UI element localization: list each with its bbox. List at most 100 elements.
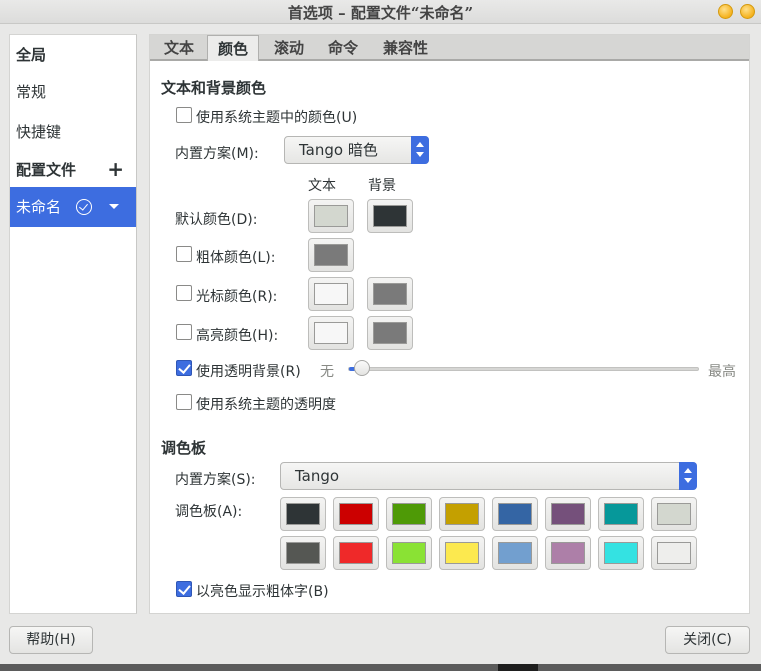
bold-color-swatch bbox=[314, 244, 348, 266]
palette-color-swatch bbox=[445, 542, 479, 564]
palette-color-button[interactable] bbox=[333, 536, 379, 570]
palette-heading: 调色板 bbox=[161, 439, 207, 457]
builtin-scheme-value: Tango 暗色 bbox=[299, 141, 378, 159]
tab-compatibility[interactable]: 兼容性 bbox=[381, 35, 430, 61]
tab-colors[interactable]: 颜色 bbox=[207, 35, 260, 61]
title-bar: 首选项 – 配置文件“未命名” bbox=[0, 0, 761, 24]
profile-name: 未命名 bbox=[16, 198, 62, 216]
combo-arrows-icon bbox=[679, 462, 697, 490]
cursor-text-color-swatch bbox=[314, 283, 348, 305]
palette-color-button[interactable] bbox=[333, 497, 379, 531]
highlight-text-color-swatch bbox=[314, 322, 348, 344]
close-window-button[interactable] bbox=[740, 4, 755, 19]
default-text-color-button[interactable] bbox=[308, 199, 354, 233]
default-bg-color-swatch bbox=[373, 205, 407, 227]
palette-color-button[interactable] bbox=[492, 536, 538, 570]
sidebar-item-profile-unnamed[interactable]: 未命名 bbox=[10, 187, 136, 227]
sidebar-heading-profiles: 配置文件 + bbox=[10, 152, 136, 188]
profile-settings-panel: 文本 颜色 滚动 命令 兼容性 文本和背景颜色 使用系统主题中的颜色(U) 内置… bbox=[149, 34, 750, 614]
combo-arrows-icon bbox=[411, 136, 429, 164]
palette-color-button[interactable] bbox=[492, 497, 538, 531]
palette-color-swatch bbox=[551, 503, 585, 525]
palette-color-button[interactable] bbox=[545, 536, 591, 570]
default-bg-color-button[interactable] bbox=[367, 199, 413, 233]
highlight-text-color-button[interactable] bbox=[308, 316, 354, 350]
palette-color-swatch bbox=[498, 542, 532, 564]
default-profile-check-icon bbox=[76, 199, 92, 215]
use-system-theme-colors-checkbox[interactable] bbox=[176, 107, 192, 123]
palette-color-button[interactable] bbox=[386, 536, 432, 570]
cursor-color-label: 光标颜色(R): bbox=[196, 289, 278, 305]
bold-color-checkbox[interactable] bbox=[176, 246, 192, 262]
transparent-bg-label: 使用透明背景(R) bbox=[196, 364, 301, 380]
palette-color-swatch bbox=[286, 542, 320, 564]
window-title: 首选项 – 配置文件“未命名” bbox=[287, 4, 474, 22]
system-transparency-label: 使用系统主题的透明度 bbox=[196, 397, 336, 413]
sidebar-item-general[interactable]: 常规 bbox=[10, 74, 136, 110]
palette-scheme-value: Tango bbox=[295, 467, 340, 485]
transparency-min-label: 无 bbox=[320, 364, 334, 380]
system-transparency-checkbox[interactable] bbox=[176, 394, 192, 410]
default-color-label: 默认颜色(D): bbox=[175, 212, 258, 228]
palette-color-swatch bbox=[551, 542, 585, 564]
palette-color-button[interactable] bbox=[651, 536, 697, 570]
cursor-bg-color-button[interactable] bbox=[367, 277, 413, 311]
help-button[interactable]: 帮助(H) bbox=[9, 626, 93, 654]
transparency-max-label: 最高 bbox=[708, 364, 736, 380]
palette-color-button[interactable] bbox=[280, 536, 326, 570]
palette-color-swatch bbox=[339, 503, 373, 525]
palette-color-swatch bbox=[445, 503, 479, 525]
column-text-header: 文本 bbox=[308, 178, 336, 194]
minimize-button[interactable] bbox=[718, 4, 733, 19]
column-background-header: 背景 bbox=[368, 178, 396, 194]
palette-color-swatch bbox=[657, 503, 691, 525]
highlight-bg-color-swatch bbox=[373, 322, 407, 344]
bright-bold-checkbox[interactable] bbox=[176, 581, 192, 597]
builtin-scheme-select[interactable]: Tango 暗色 bbox=[284, 136, 429, 164]
profiles-heading-label: 配置文件 bbox=[16, 161, 77, 179]
highlight-bg-color-button[interactable] bbox=[367, 316, 413, 350]
profile-menu-chevron-down-icon[interactable] bbox=[109, 204, 119, 209]
cursor-text-color-button[interactable] bbox=[308, 277, 354, 311]
desktop-background bbox=[0, 664, 761, 671]
tab-bar: 文本 颜色 滚动 命令 兼容性 bbox=[150, 35, 749, 61]
transparency-slider-handle[interactable] bbox=[354, 360, 371, 376]
palette-color-swatch bbox=[604, 503, 638, 525]
bold-color-button[interactable] bbox=[308, 238, 354, 272]
tab-command[interactable]: 命令 bbox=[326, 35, 360, 61]
close-button[interactable]: 关闭(C) bbox=[665, 626, 750, 654]
bright-bold-label: 以亮色显示粗体字(B) bbox=[196, 584, 329, 600]
palette-color-button[interactable] bbox=[280, 497, 326, 531]
palette-color-swatch bbox=[286, 503, 320, 525]
add-profile-button[interactable]: + bbox=[107, 152, 124, 186]
palette-color-button[interactable] bbox=[545, 497, 591, 531]
palette-color-button[interactable] bbox=[386, 497, 432, 531]
bold-color-label: 粗体颜色(L): bbox=[196, 250, 276, 266]
transparent-bg-checkbox[interactable] bbox=[176, 360, 192, 376]
cursor-bg-color-swatch bbox=[373, 283, 407, 305]
sidebar-heading-global: 全局 bbox=[16, 46, 47, 64]
sidebar: 全局 常规 快捷键 配置文件 + 未命名 bbox=[9, 34, 137, 614]
default-text-color-swatch bbox=[314, 205, 348, 227]
palette-color-button[interactable] bbox=[598, 536, 644, 570]
palette-scheme-select[interactable]: Tango bbox=[280, 462, 697, 490]
highlight-color-label: 高亮颜色(H): bbox=[196, 328, 279, 344]
palette-color-swatch bbox=[604, 542, 638, 564]
palette-color-swatch bbox=[339, 542, 373, 564]
highlight-color-checkbox[interactable] bbox=[176, 324, 192, 340]
palette-builtin-scheme-label: 内置方案(S): bbox=[175, 472, 256, 488]
palette-color-swatch bbox=[498, 503, 532, 525]
palette-color-button[interactable] bbox=[439, 497, 485, 531]
tab-text[interactable]: 文本 bbox=[162, 35, 196, 61]
tab-scrolling[interactable]: 滚动 bbox=[272, 35, 306, 61]
palette-color-swatch bbox=[392, 542, 426, 564]
palette-color-swatch bbox=[657, 542, 691, 564]
sidebar-item-shortcuts[interactable]: 快捷键 bbox=[10, 114, 136, 150]
palette-color-button[interactable] bbox=[651, 497, 697, 531]
transparency-slider-track[interactable] bbox=[348, 367, 699, 371]
cursor-color-checkbox[interactable] bbox=[176, 285, 192, 301]
use-system-theme-colors-label: 使用系统主题中的颜色(U) bbox=[196, 110, 358, 126]
palette-color-button[interactable] bbox=[598, 497, 644, 531]
palette-color-button[interactable] bbox=[439, 536, 485, 570]
text-bg-colors-heading: 文本和背景颜色 bbox=[161, 79, 267, 97]
